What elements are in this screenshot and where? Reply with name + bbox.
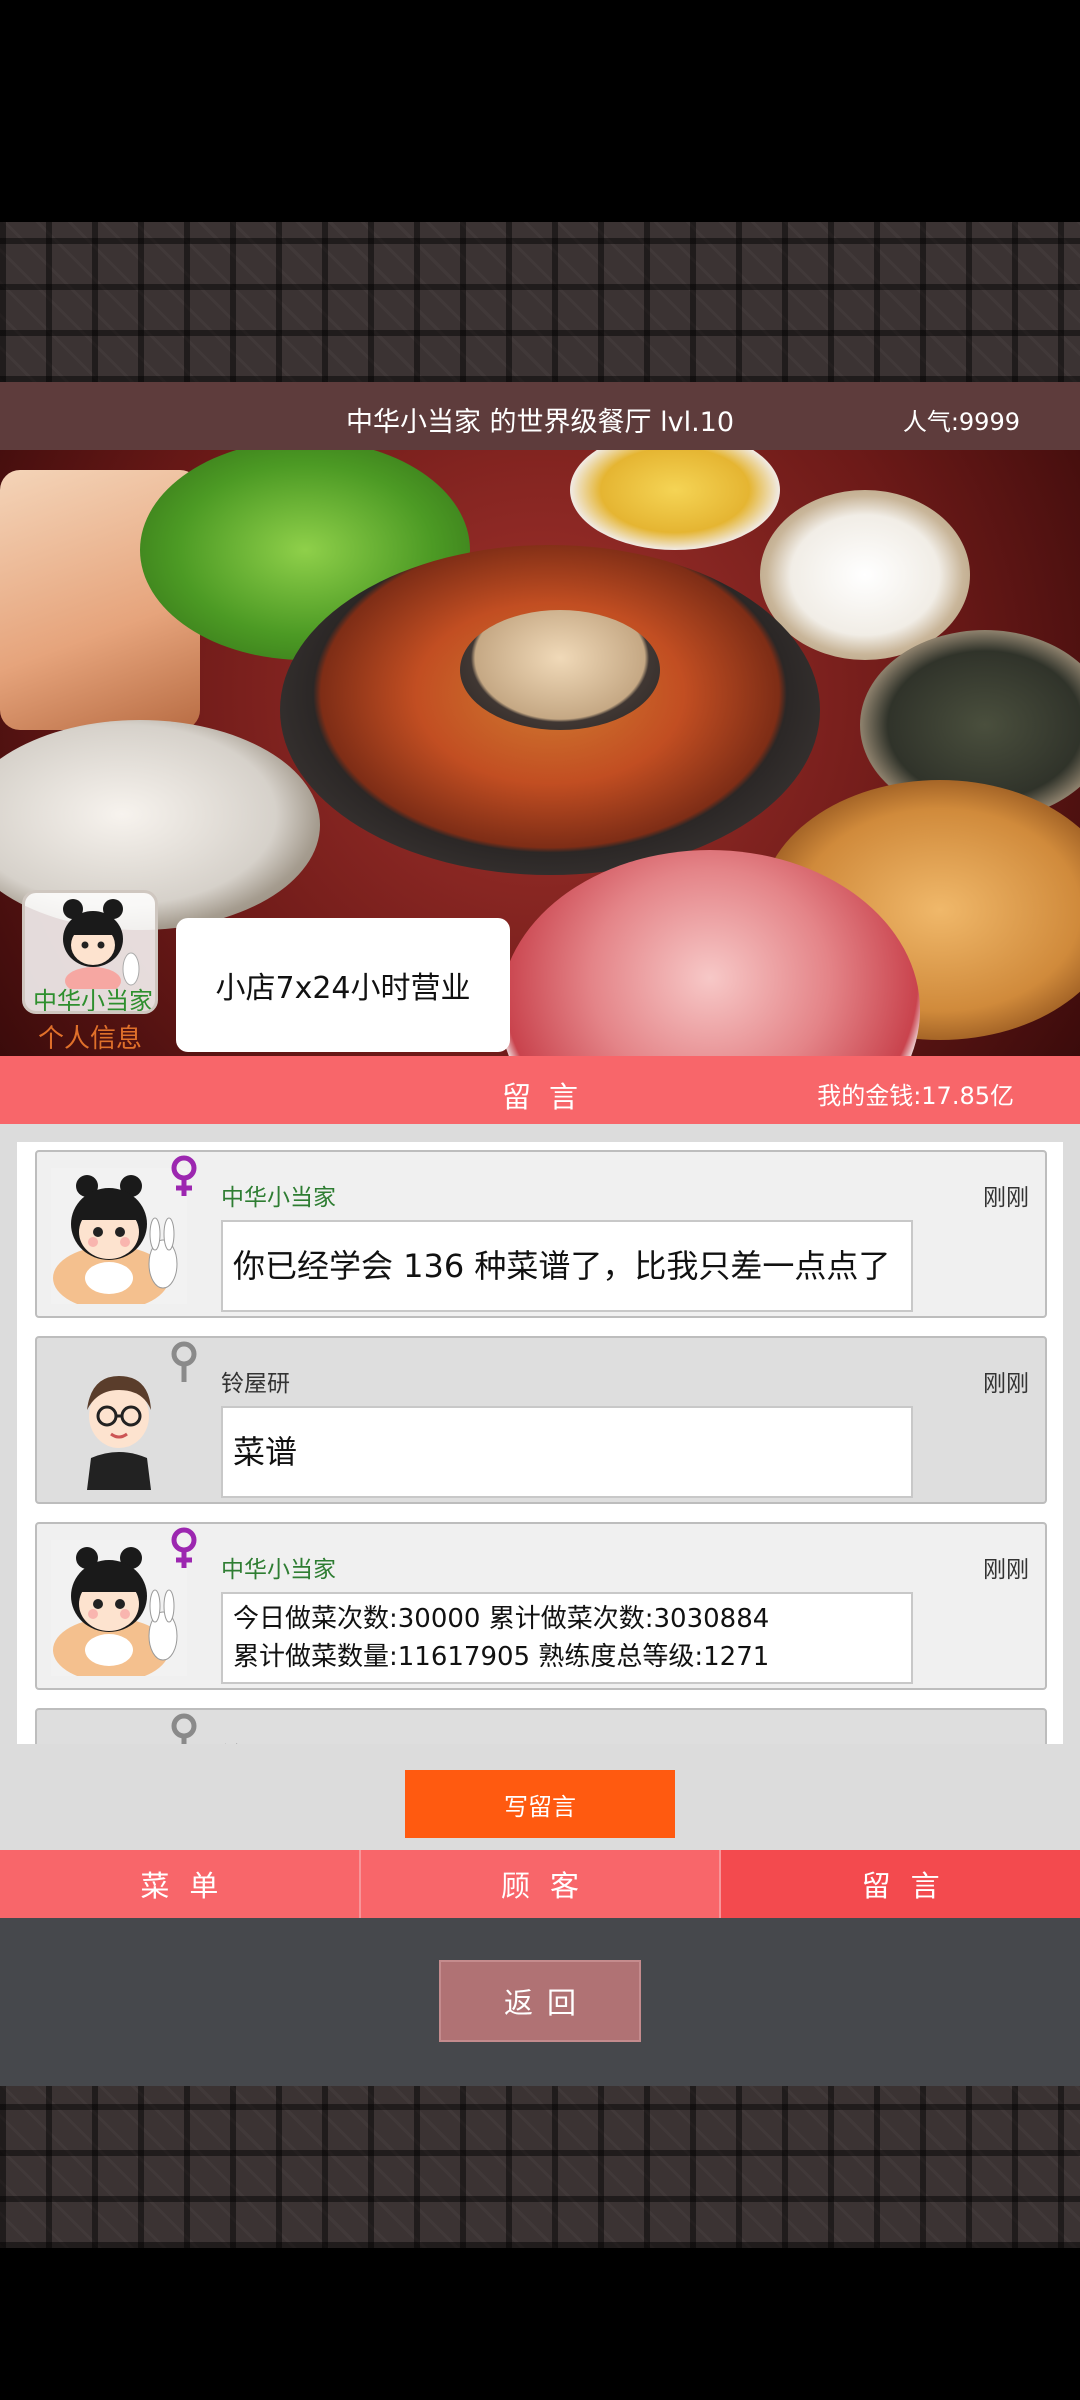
popularity-counter: 人气:9999 [902, 408, 1020, 436]
message-time: 刚刚 [983, 1185, 1029, 1211]
message-card: 中华小当家 刚刚 你已经学会 136 种菜谱了，比我只差一点点了 [35, 1150, 1047, 1318]
message-line: 累计做菜数量:11617905 熟练度总等级:1271 [233, 1642, 770, 1672]
message-time: 刚刚 [983, 1736, 1029, 1744]
tab-customers[interactable]: 顾客 [360, 1850, 722, 1918]
message-text: 你已经学会 136 种菜谱了，比我只差一点点了 [221, 1220, 913, 1312]
profile-info-link[interactable]: 个人信息 [22, 1018, 158, 1055]
money-balance: 我的金钱:17.85亿 [817, 1082, 1014, 1110]
message-line: 今日做菜次数:30000 累计做菜次数:3030884 [233, 1604, 770, 1634]
shop-notice: 小店7x24小时营业 [176, 918, 510, 1052]
message-line: 菜谱 [233, 1433, 298, 1471]
write-message-button[interactable]: 写留言 [405, 1770, 675, 1838]
message-time: 刚刚 [983, 1557, 1029, 1583]
unknown-gender-icon [171, 1341, 197, 1382]
female-gender-icon [171, 1155, 197, 1196]
message-list[interactable]: 中华小当家 刚刚 你已经学会 136 种菜谱了，比我只差一点点了 铃屋研 刚刚 … [17, 1142, 1063, 1744]
message-card: 铃屋研 刚刚 菜谱 [35, 1336, 1047, 1504]
unknown-gender-icon [171, 1713, 197, 1744]
restaurant-banner-image [0, 450, 1080, 1056]
female-gender-icon [171, 1527, 197, 1568]
tab-messages[interactable]: 留言 [721, 1850, 1080, 1918]
message-author[interactable]: 铃屋研 [221, 1736, 290, 1744]
message-author[interactable]: 中华小当家 [221, 1550, 336, 1584]
back-button[interactable]: 返回 [439, 1960, 641, 2042]
message-card: 中华小当家 刚刚 今日做菜次数:30000 累计做菜次数:3030884 累计做… [35, 1522, 1047, 1690]
message-header-bar: 留言 我的金钱:17.85亿 [0, 1056, 1080, 1124]
message-card: 铃屋研 刚刚 [35, 1708, 1047, 1744]
profile-avatar-button[interactable]: 中华小当家 [22, 890, 158, 1014]
decorative-pattern-top [0, 222, 1080, 382]
message-author[interactable]: 铃屋研 [221, 1364, 290, 1398]
message-author[interactable]: 中华小当家 [221, 1178, 336, 1212]
message-text: 菜谱 [221, 1406, 913, 1498]
message-line: 你已经学会 136 种菜谱了，比我只差一点点了 [233, 1247, 891, 1285]
message-text: 今日做菜次数:30000 累计做菜次数:3030884 累计做菜数量:11617… [221, 1592, 913, 1684]
food-yellow-plate [570, 450, 780, 550]
food-noodle-plate [760, 490, 970, 660]
tab-menu[interactable]: 菜单 [0, 1850, 361, 1918]
chef-girl-avatar-icon [63, 899, 140, 995]
decorative-pattern-bottom [0, 2086, 1080, 2248]
hotpot-inner-broth [460, 610, 660, 730]
message-time: 刚刚 [983, 1371, 1029, 1397]
bottom-tab-bar: 菜单 顾客 留言 [0, 1850, 1080, 1918]
restaurant-title-bar: 中华小当家 的世界级餐厅 lvl.10 人气:9999 [0, 382, 1080, 450]
profile-name: 中华小当家 [33, 987, 153, 1014]
